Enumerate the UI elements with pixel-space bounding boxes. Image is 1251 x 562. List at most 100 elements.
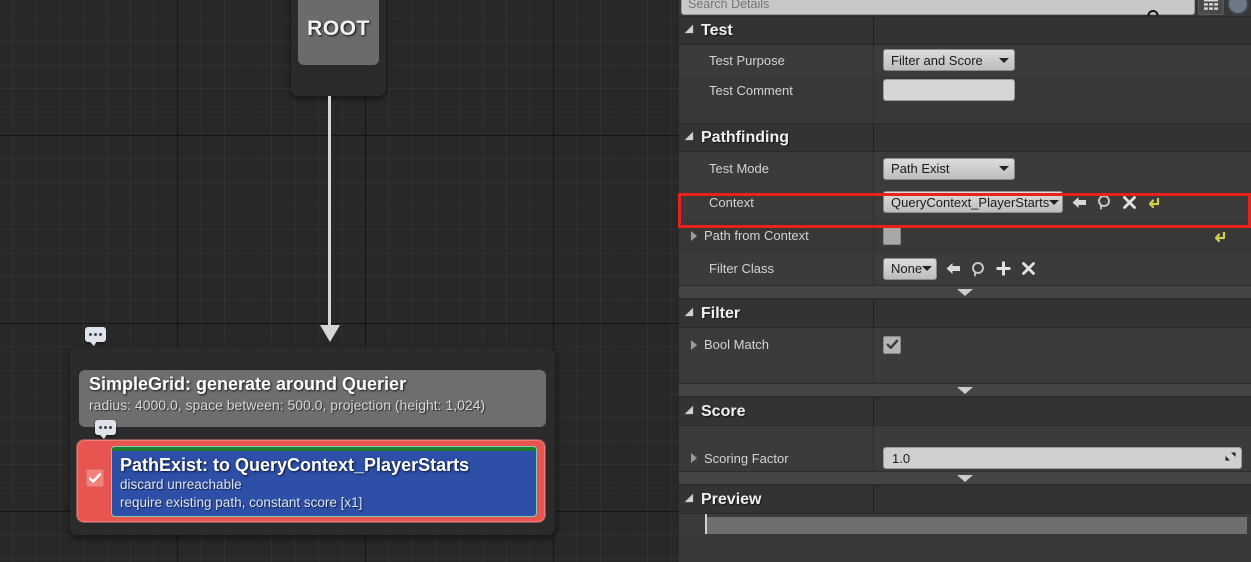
bool-match-checkbox[interactable] — [883, 335, 901, 354]
column-divider — [873, 252, 874, 285]
add-icon[interactable] — [994, 259, 1012, 279]
column-divider — [873, 219, 874, 252]
chevron-right-icon[interactable] — [691, 339, 697, 350]
collapse-pathfinding-button[interactable] — [679, 285, 1251, 299]
scoring-factor-value: 1.0 — [892, 450, 911, 466]
root-node-body[interactable]: ROOT — [298, 0, 379, 65]
section-header-pathfinding[interactable]: Pathfinding — [679, 123, 1251, 153]
chevron-down-icon — [957, 474, 973, 482]
graph-node-test-pathexist[interactable]: PathExist: to QueryContext_PlayerStarts … — [77, 440, 545, 522]
generator-node-subtitle: radius: 4000.0, space between: 500.0, pr… — [89, 397, 486, 413]
generator-node-title: SimpleGrid: generate around Querier — [89, 374, 407, 394]
dropdown-value: Filter and Score — [891, 52, 983, 68]
reset-icon[interactable] — [1145, 192, 1163, 212]
column-divider — [873, 185, 874, 219]
search-input[interactable] — [681, 0, 1195, 15]
chevron-down-icon — [922, 266, 933, 271]
chevron-down-icon — [999, 57, 1009, 63]
section-title: Preview — [701, 490, 762, 508]
comment-bubble-icon[interactable] — [95, 420, 116, 439]
row-spacer — [679, 105, 1251, 123]
collapse-filter-button[interactable] — [679, 383, 1251, 397]
row-scoring-factor[interactable]: Scoring Factor 1.0 — [679, 445, 1251, 471]
graph-node-root[interactable]: ROOT — [291, 0, 386, 96]
grid-view-icon[interactable] — [1198, 0, 1224, 15]
column-divider — [873, 486, 874, 515]
test-mode-dropdown[interactable]: Path Exist — [883, 157, 1015, 180]
row-label: Path from Context — [704, 228, 809, 243]
generator-node-body[interactable]: SimpleGrid: generate around Querier radi… — [79, 370, 546, 427]
test-node-accent-bar — [112, 447, 536, 451]
row-bool-match[interactable]: Bool Match — [679, 328, 1251, 361]
chevron-down-icon — [684, 493, 698, 506]
test-purpose-dropdown[interactable]: Filter and Score — [883, 49, 1015, 71]
test-node-title: PathExist: to QueryContext_PlayerStarts — [120, 455, 470, 475]
reset-icon[interactable] — [1211, 226, 1229, 246]
row-path-from-context[interactable]: Path from Context — [679, 219, 1251, 252]
row-label-group[interactable]: Path from Context — [679, 228, 873, 243]
section-title: Filter — [701, 304, 741, 322]
row-test-comment[interactable]: Test Comment — [679, 75, 1251, 105]
row-spacer — [679, 361, 1251, 383]
graph-connection-wire — [328, 96, 331, 330]
chevron-right-icon[interactable] — [691, 230, 697, 241]
column-divider — [873, 328, 874, 361]
test-comment-input[interactable] — [883, 79, 1015, 101]
section-header-score[interactable]: Score — [679, 397, 1251, 427]
chevron-down-icon — [684, 24, 698, 37]
clear-icon[interactable] — [1120, 192, 1138, 212]
eqs-graph-canvas[interactable]: ROOT SimpleGrid: generate around Querier… — [0, 0, 679, 562]
filter-class-dropdown[interactable]: None — [883, 257, 937, 280]
chevron-down-icon — [957, 386, 973, 394]
test-node-body[interactable]: PathExist: to QueryContext_PlayerStarts … — [111, 446, 537, 517]
details-panel: Test Test Purpose Filter and Score Test … — [679, 0, 1251, 562]
row-test-mode[interactable]: Test Mode Path Exist — [679, 152, 1251, 185]
path-from-context-checkbox[interactable] — [883, 226, 901, 245]
row-spacer — [679, 426, 1251, 445]
column-divider — [873, 124, 874, 153]
chevron-down-icon — [684, 131, 698, 144]
section-header-test[interactable]: Test — [679, 16, 1251, 46]
column-divider — [873, 75, 874, 105]
test-node-line2: require existing path, constant score [x… — [120, 495, 363, 510]
section-header-filter[interactable]: Filter — [679, 299, 1251, 329]
comment-bubble-icon[interactable] — [85, 327, 106, 346]
preview-content-bar — [679, 514, 1251, 534]
details-search-row — [679, 0, 1251, 16]
settings-icon[interactable] — [1227, 0, 1249, 15]
row-label-group[interactable]: Bool Match — [679, 337, 873, 352]
chevron-down-icon — [999, 166, 1009, 171]
chevron-down-icon — [684, 405, 698, 418]
spinner-icon[interactable] — [1224, 450, 1237, 466]
clear-icon[interactable] — [1019, 259, 1037, 279]
column-divider — [873, 445, 874, 471]
row-label: Context — [709, 194, 754, 210]
row-label-group[interactable]: Scoring Factor — [679, 451, 873, 466]
chevron-right-icon[interactable] — [691, 453, 697, 463]
browse-icon[interactable] — [1095, 192, 1113, 212]
section-title: Score — [701, 402, 746, 420]
section-title: Pathfinding — [701, 128, 789, 146]
row-label: Test Mode — [709, 161, 769, 176]
column-divider — [873, 361, 874, 383]
section-header-preview[interactable]: Preview — [679, 485, 1251, 515]
scoring-factor-input[interactable]: 1.0 — [883, 447, 1242, 469]
row-filter-class[interactable]: Filter Class None — [679, 252, 1251, 285]
dropdown-value: Path Exist — [891, 161, 950, 176]
graph-connection-arrow-icon — [320, 325, 340, 342]
row-test-purpose[interactable]: Test Purpose Filter and Score — [679, 45, 1251, 75]
column-divider — [873, 300, 874, 329]
root-node-label: ROOT — [307, 17, 370, 40]
dropdown-value: QueryContext_PlayerStarts — [891, 194, 1050, 210]
back-arrow-icon[interactable] — [1070, 192, 1088, 212]
row-label: Test Purpose — [709, 52, 785, 68]
browse-icon[interactable] — [969, 259, 987, 279]
row-context[interactable]: Context QueryContext_PlayerStarts — [679, 185, 1251, 219]
collapse-score-button[interactable] — [679, 471, 1251, 485]
test-node-enable-checkbox[interactable] — [86, 469, 104, 487]
column-divider — [873, 17, 874, 46]
section-title: Test — [701, 21, 733, 39]
context-dropdown[interactable]: QueryContext_PlayerStarts — [883, 191, 1063, 213]
test-node-line1: discard unreachable — [120, 477, 242, 492]
back-arrow-icon[interactable] — [944, 259, 962, 279]
